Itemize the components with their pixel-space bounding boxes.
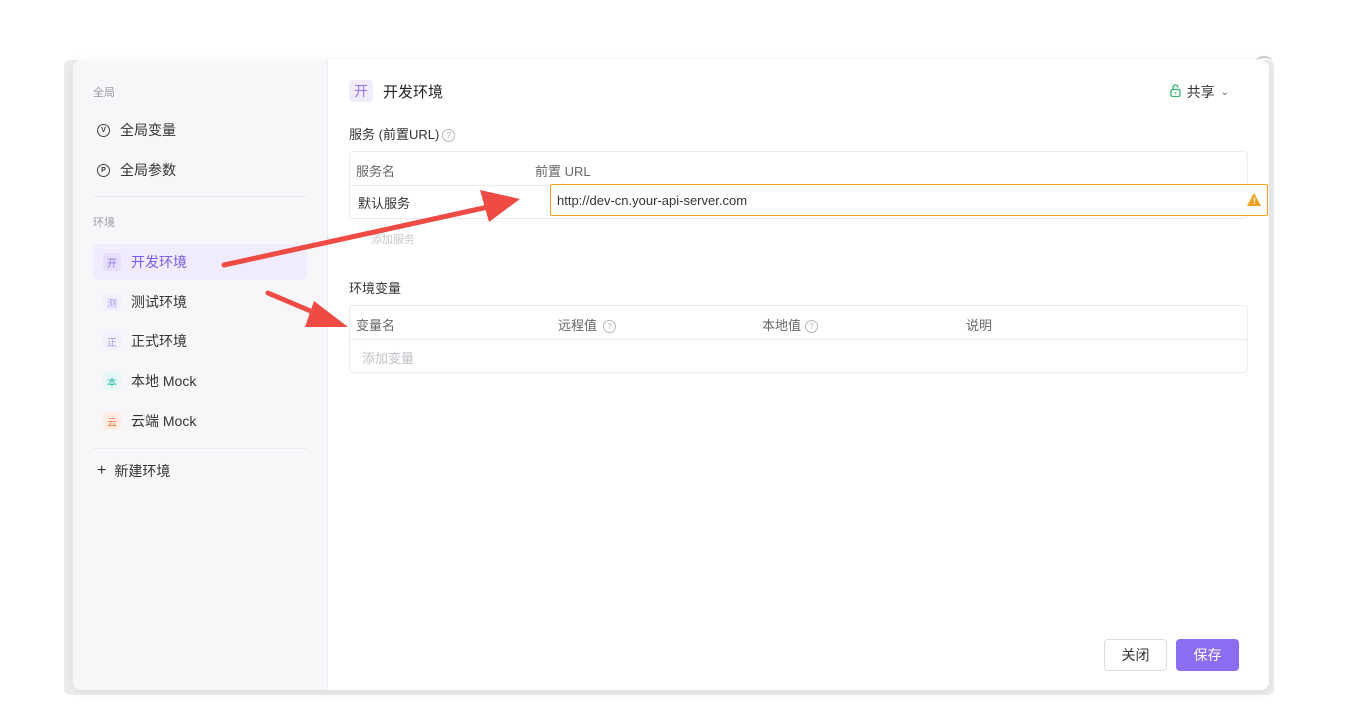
annotation-arrows	[221, 190, 520, 327]
arrow-to-env-variables	[265, 290, 348, 327]
arrow-to-url-input	[221, 190, 520, 268]
